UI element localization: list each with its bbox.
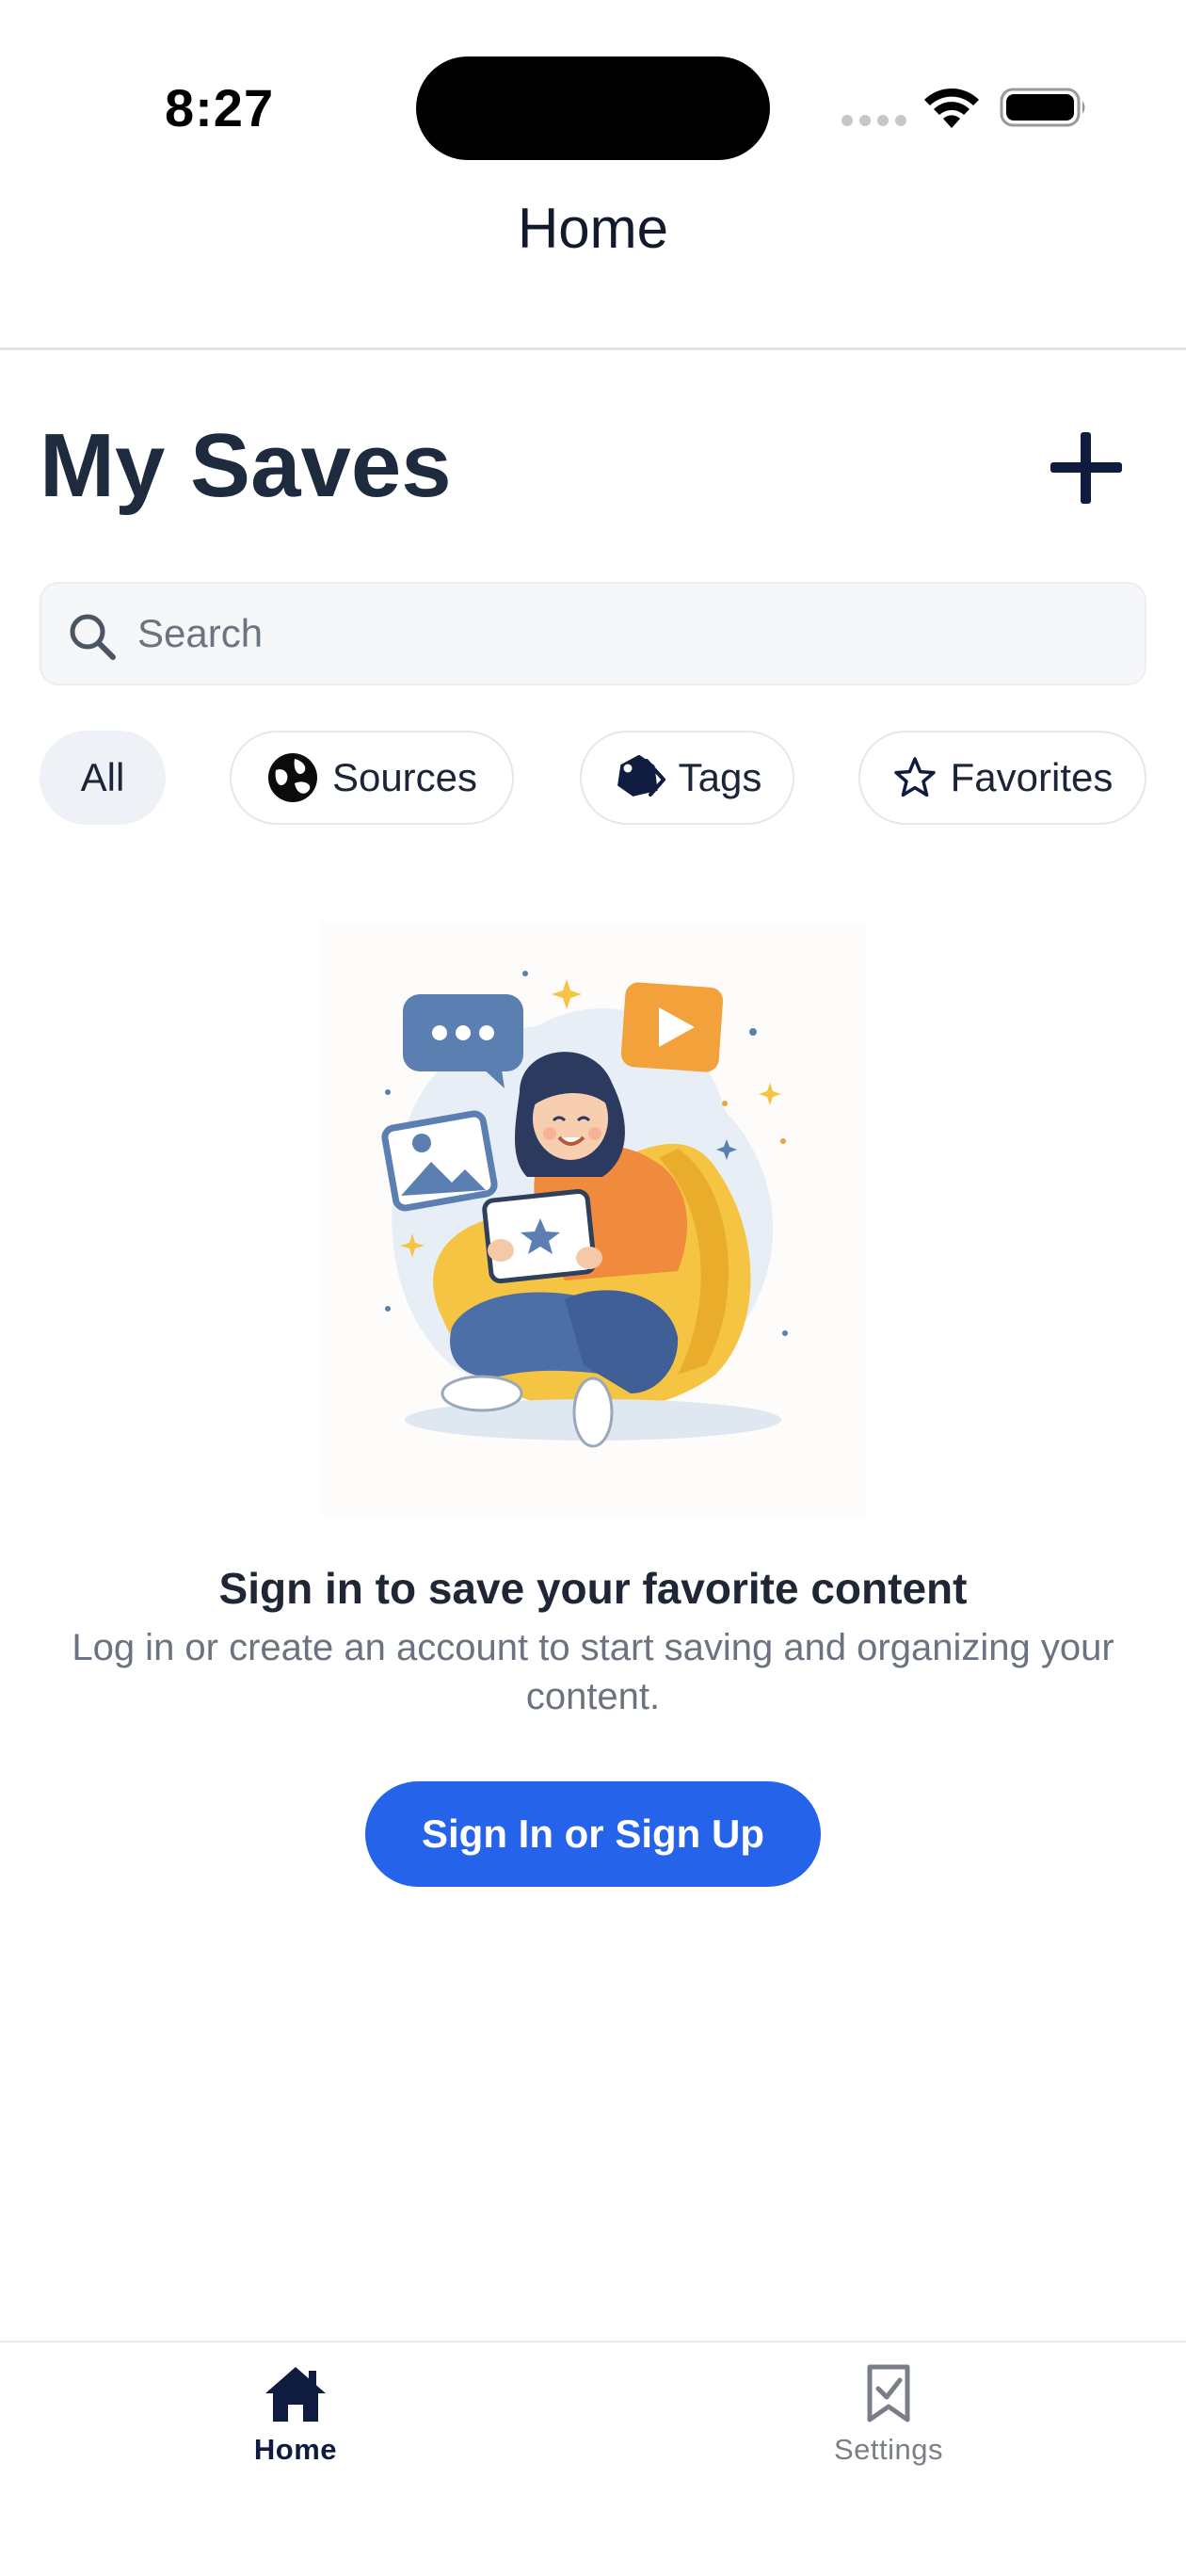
tab-settings[interactable]: Settings [747, 2363, 1030, 2467]
dynamic-island [416, 56, 770, 160]
wifi-icon [924, 88, 979, 128]
filter-chip-sources[interactable]: Sources [230, 731, 514, 825]
filter-chip-label: Sources [331, 755, 478, 799]
filter-chip-tags[interactable]: Tags [580, 731, 794, 825]
search-box[interactable] [40, 582, 1146, 685]
add-button[interactable] [1047, 428, 1126, 507]
sign-in-button[interactable]: Sign In or Sign Up [365, 1781, 821, 1887]
home-icon [265, 2367, 326, 2422]
search-input[interactable] [137, 584, 1116, 684]
cellular-signal-icon [841, 114, 913, 131]
page-title: My Saves [40, 415, 452, 516]
tab-bar-divider [0, 2341, 1186, 2343]
nav-title: Home [517, 197, 669, 260]
tag-icon [617, 755, 665, 797]
tab-label: Settings [833, 2433, 943, 2466]
empty-state-illustration [320, 923, 866, 1516]
tab-home[interactable]: Home [154, 2363, 437, 2467]
status-time: 8:27 [165, 78, 275, 137]
search-icon [70, 614, 116, 660]
filter-chip-label: All [80, 755, 125, 799]
filter-chip-favorites[interactable]: Favorites [858, 731, 1146, 825]
empty-state-description: Log in or create an account to start sav… [72, 1627, 1114, 1717]
empty-state-title: Sign in to save your favorite content [218, 1564, 968, 1613]
filter-chip-all[interactable]: All [40, 731, 166, 825]
bookmark-check-icon [867, 2364, 910, 2423]
header-divider [0, 347, 1186, 350]
star-icon [893, 757, 936, 797]
filter-chip-label: Favorites [950, 755, 1114, 799]
filter-chip-label: Tags [678, 755, 762, 799]
tab-label: Home [253, 2433, 338, 2466]
battery-icon [1000, 88, 1085, 127]
status-bar: 8:27 [0, 0, 1186, 169]
globe-icon [267, 753, 317, 802]
